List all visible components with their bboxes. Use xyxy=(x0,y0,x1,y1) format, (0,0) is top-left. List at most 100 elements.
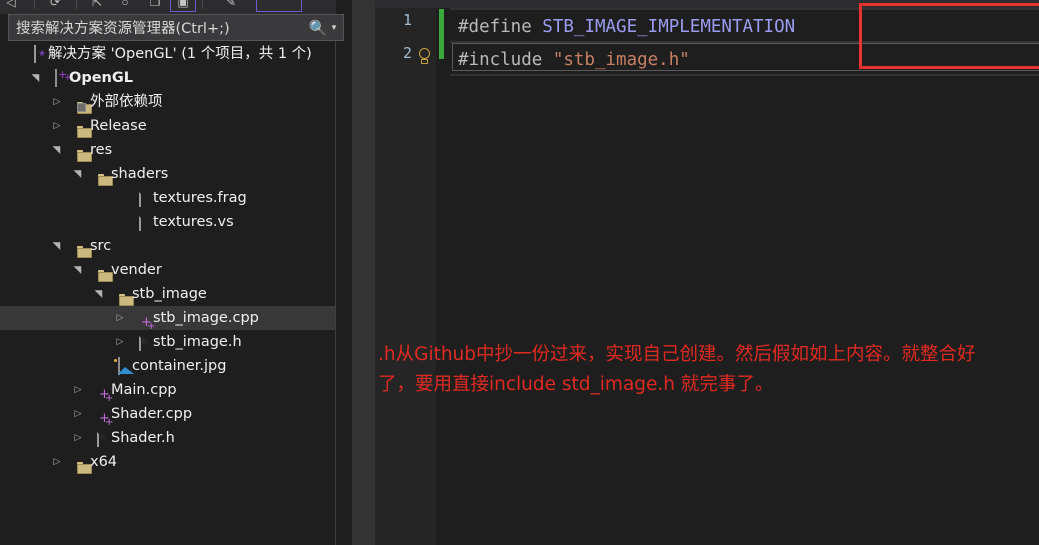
tree-item-label: OpenGL xyxy=(69,70,134,86)
tree-item-src[interactable]: ◢ src xyxy=(0,234,335,258)
chevron-collapsed-icon[interactable]: ▷ xyxy=(50,90,64,114)
search-icon[interactable]: 🔍 xyxy=(307,19,329,37)
chevron-collapsed-icon[interactable]: ▷ xyxy=(71,378,85,402)
pending-changes-icon[interactable]: ✎ xyxy=(222,0,240,11)
chevron-expanded-icon[interactable]: ◢ xyxy=(66,167,90,181)
tree-item-label: vender xyxy=(111,262,162,278)
tree-item-res[interactable]: ◢ res xyxy=(0,138,335,162)
tree-item-stb-image-cpp[interactable]: ▷ + + stb_image.cpp xyxy=(0,306,335,332)
tree-item-icon xyxy=(131,210,149,234)
properties-icon[interactable]: ▣ xyxy=(174,0,192,11)
tree-item-shader-cpp[interactable]: ▷ + + Shader.cpp xyxy=(0,402,335,428)
tree-item-icon: ★ xyxy=(26,42,46,66)
file-icon xyxy=(139,213,141,231)
chevron-expanded-icon[interactable]: ◢ xyxy=(66,263,90,277)
tree-item-stb-image-folder[interactable]: ◢ stb_image xyxy=(0,282,335,306)
editor-tab-strip xyxy=(375,0,1039,8)
tree-item-label: stb_image.h xyxy=(153,334,242,350)
solution-explorer-toolbar: ◁ ⟳ ⇱ ○ ❐ ▣ ✎ xyxy=(0,0,336,14)
tree-item-label: textures.frag xyxy=(153,190,247,206)
tree-item-shaders[interactable]: ◢ shaders xyxy=(0,162,335,186)
chevron-expanded-icon[interactable]: ◢ xyxy=(45,239,69,253)
code-token: STB_IMAGE_IMPLEMENTATION xyxy=(542,17,796,37)
tree-item-textures-frag[interactable]: textures.frag xyxy=(0,186,335,210)
back-navigate-icon[interactable]: ◁ xyxy=(2,0,20,11)
tree-item-icon: + + xyxy=(99,387,114,404)
tree-item-icon: + + xyxy=(141,315,156,332)
tree-item-x64[interactable]: ▷ x64 xyxy=(0,450,335,474)
tree-item-label: Release xyxy=(90,118,147,134)
tree-item-external-dependencies[interactable]: ▷ 外部依赖项 xyxy=(0,90,335,114)
tree-item-solution[interactable]: ★ 解决方案 'OpenGL' (1 个项目，共 1 个) xyxy=(0,42,335,66)
tree-item-label: shaders xyxy=(111,166,169,182)
code-token: "stb_image.h" xyxy=(552,50,690,70)
code-line[interactable]: #define STB_IMAGE_IMPLEMENTATION xyxy=(458,13,795,41)
tree-item-vender[interactable]: ◢ vender xyxy=(0,258,335,282)
tree-item-icon: h xyxy=(89,426,107,450)
editor-separator-line xyxy=(450,8,1039,10)
tree-item-label: stb_image xyxy=(132,286,207,302)
tree-item-icon xyxy=(68,138,92,162)
chevron-collapsed-icon[interactable]: ▷ xyxy=(113,306,127,330)
image-file-icon xyxy=(114,357,134,375)
tree-item-icon xyxy=(89,258,113,282)
chevron-expanded-icon[interactable]: ◢ xyxy=(24,71,48,85)
tree-item-label: container.jpg xyxy=(132,358,227,374)
toolbar-separator xyxy=(202,0,203,9)
code-token: #include xyxy=(458,50,553,70)
code-text-area[interactable]: #define STB_IMAGE_IMPLEMENTATION #include… xyxy=(450,8,1039,545)
chevron-collapsed-icon[interactable]: ▷ xyxy=(71,402,85,426)
solution-explorer-pane: ◁ ⟳ ⇱ ○ ❐ ▣ ✎ 搜索解决方案资源管理器(Ctrl+;) 🔍 ▼ ★ 解决方案 'O… xyxy=(0,0,344,545)
chevron-collapsed-icon[interactable]: ▷ xyxy=(113,330,127,354)
tree-item-icon xyxy=(110,354,134,378)
tree-item-icon xyxy=(68,234,92,258)
tree-item-icon: + + xyxy=(99,411,114,428)
editor-gutter[interactable]: 12 xyxy=(375,8,436,545)
collapse-all-icon[interactable]: ⇱ xyxy=(88,0,106,11)
line-number: 2 xyxy=(402,44,412,62)
code-editor-pane: 12 #define STB_IMAGE_IMPLEMENTATION #incl… xyxy=(375,0,1039,545)
show-all-files-icon[interactable]: ❐ xyxy=(146,0,164,11)
tree-item-label: Shader.cpp xyxy=(111,406,193,422)
h-file-icon: h xyxy=(139,333,147,351)
sync-icon[interactable]: ○ xyxy=(116,0,134,11)
tree-item-main-cpp[interactable]: ▷ + + Main.cpp xyxy=(0,378,335,404)
tree-item-opengl-project[interactable]: ◢ + + OpenGL xyxy=(0,66,335,90)
tree-item-icon: + + xyxy=(47,66,72,90)
chevron-collapsed-icon[interactable]: ▷ xyxy=(50,450,64,474)
chevron-collapsed-icon[interactable]: ▷ xyxy=(50,114,64,138)
annotation-line-2: 了，要用直接include std_image.h 就完事了。 xyxy=(378,374,774,395)
h-file-icon: h xyxy=(97,429,105,447)
tree-item-label: 解决方案 'OpenGL' (1 个项目，共 1 个) xyxy=(48,46,312,62)
annotation-line-1: ​.h从Github中抄一份过来，实现自己创建。然后假如如上内容。就整合好 xyxy=(378,344,976,365)
line-number: 1 xyxy=(402,11,412,29)
search-input[interactable]: 搜索解决方案资源管理器(Ctrl+;) xyxy=(9,17,307,38)
lightbulb-quick-action-icon[interactable] xyxy=(416,47,434,69)
file-icon xyxy=(139,189,141,207)
solution-tree[interactable]: ★ 解决方案 'OpenGL' (1 个项目，共 1 个) ◢ + + OpenGL ▷ 外部… xyxy=(0,42,335,545)
editor-separator-line xyxy=(450,74,1039,76)
tree-item-release[interactable]: ▷ Release xyxy=(0,114,335,138)
tree-item-icon xyxy=(68,114,92,138)
toolbar-separator xyxy=(34,0,35,9)
tree-item-label: Shader.h xyxy=(111,430,175,446)
tree-item-textures-vs[interactable]: textures.vs xyxy=(0,210,335,234)
solution-explorer-search[interactable]: 搜索解决方案资源管理器(Ctrl+;) 🔍 ▼ xyxy=(8,14,344,41)
toolbar-focus-box[interactable] xyxy=(256,0,302,12)
tree-item-label: res xyxy=(90,142,113,158)
toolbar-separator xyxy=(76,0,77,9)
tree-item-shader-h[interactable]: ▷ h Shader.h xyxy=(0,426,335,450)
chevron-collapsed-icon[interactable]: ▷ xyxy=(71,426,85,450)
chevron-down-icon[interactable]: ▼ xyxy=(329,23,343,32)
refresh-icon[interactable]: ⟳ xyxy=(46,0,64,11)
tree-item-icon xyxy=(68,90,92,114)
chevron-expanded-icon[interactable]: ◢ xyxy=(87,287,111,301)
code-line[interactable]: #include "stb_image.h" xyxy=(458,46,690,74)
explorer-vertical-scrollbar[interactable] xyxy=(352,0,375,545)
tree-item-container-jpg[interactable]: container.jpg xyxy=(0,354,335,378)
tree-item-stb-image-h[interactable]: ▷ h stb_image.h xyxy=(0,330,335,354)
solution-icon: ★ xyxy=(34,45,46,63)
tree-item-label: stb_image.cpp xyxy=(153,310,259,326)
tree-item-icon xyxy=(68,450,92,474)
chevron-expanded-icon[interactable]: ◢ xyxy=(45,143,69,157)
